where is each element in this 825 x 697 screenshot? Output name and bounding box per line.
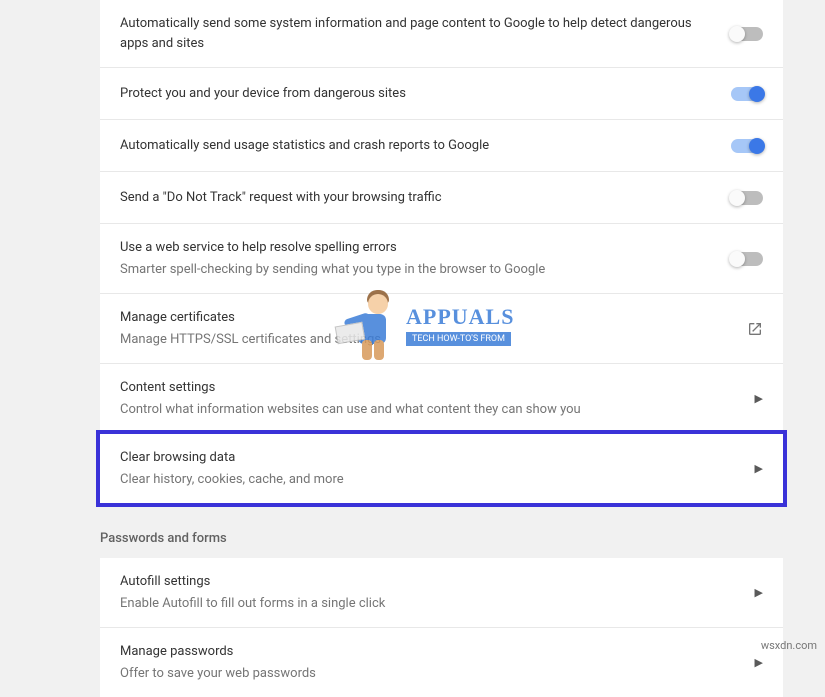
privacy-section: Automatically send some system informati… xyxy=(100,0,783,507)
chevron-right-icon[interactable]: ▶ xyxy=(755,392,763,405)
row-protect-device: Protect you and your device from dangero… xyxy=(100,68,783,120)
row-text: Clear browsing data Clear history, cooki… xyxy=(120,448,755,489)
row-autofill-settings[interactable]: Autofill settings Enable Autofill to fil… xyxy=(100,558,783,628)
row-title: Automatically send some system informati… xyxy=(120,14,711,53)
row-text: Automatically send usage statistics and … xyxy=(120,136,731,156)
row-title: Manage passwords xyxy=(120,642,735,662)
row-title: Use a web service to help resolve spelli… xyxy=(120,238,711,258)
chevron-right-icon[interactable]: ▶ xyxy=(755,586,763,599)
row-subtitle: Offer to save your web passwords xyxy=(120,664,735,684)
row-spelling-errors: Use a web service to help resolve spelli… xyxy=(100,224,783,294)
row-title: Autofill settings xyxy=(120,572,735,592)
row-title: Content settings xyxy=(120,378,735,398)
page-watermark: wsxdn.com xyxy=(761,639,817,652)
row-text: Manage certificates Manage HTTPS/SSL cer… xyxy=(120,308,747,349)
row-usage-statistics: Automatically send usage statistics and … xyxy=(100,120,783,172)
row-subtitle: Clear history, cookies, cache, and more xyxy=(120,470,735,490)
passwords-section-header: Passwords and forms xyxy=(100,531,783,546)
toggle-do-not-track[interactable] xyxy=(731,191,763,205)
row-text: Protect you and your device from dangero… xyxy=(120,84,731,104)
toggle-spelling-errors[interactable] xyxy=(731,252,763,266)
row-clear-browsing-data[interactable]: Clear browsing data Clear history, cooki… xyxy=(100,434,783,503)
row-title: Clear browsing data xyxy=(120,448,735,468)
row-content-settings[interactable]: Content settings Control what informatio… xyxy=(100,364,783,434)
row-do-not-track: Send a "Do Not Track" request with your … xyxy=(100,172,783,224)
passwords-section: Autofill settings Enable Autofill to fil… xyxy=(100,558,783,697)
external-link-icon[interactable] xyxy=(747,321,763,337)
row-text: Automatically send some system informati… xyxy=(120,14,731,53)
toggle-usage-statistics[interactable] xyxy=(731,139,763,153)
row-manage-passwords[interactable]: Manage passwords Offer to save your web … xyxy=(100,628,783,697)
row-subtitle: Smarter spell-checking by sending what y… xyxy=(120,260,711,280)
chevron-right-icon[interactable]: ▶ xyxy=(755,462,763,475)
row-text: Send a "Do Not Track" request with your … xyxy=(120,188,731,208)
toggle-protect-device[interactable] xyxy=(731,87,763,101)
row-subtitle: Enable Autofill to fill out forms in a s… xyxy=(120,594,735,614)
row-subtitle: Control what information websites can us… xyxy=(120,400,735,420)
row-text: Use a web service to help resolve spelli… xyxy=(120,238,731,279)
row-title: Automatically send usage statistics and … xyxy=(120,136,711,156)
row-subtitle: Manage HTTPS/SSL certificates and settin… xyxy=(120,330,727,350)
row-title: Manage certificates xyxy=(120,308,727,328)
clear-browsing-data-highlight: Clear browsing data Clear history, cooki… xyxy=(96,430,787,507)
row-text: Manage passwords Offer to save your web … xyxy=(120,642,755,683)
row-auto-send-system-info: Automatically send some system informati… xyxy=(100,0,783,68)
row-text: Autofill settings Enable Autofill to fil… xyxy=(120,572,755,613)
row-title: Protect you and your device from dangero… xyxy=(120,84,711,104)
row-manage-certificates[interactable]: Manage certificates Manage HTTPS/SSL cer… xyxy=(100,294,783,364)
toggle-auto-send-system-info[interactable] xyxy=(731,27,763,41)
row-text: Content settings Control what informatio… xyxy=(120,378,755,419)
row-title: Send a "Do Not Track" request with your … xyxy=(120,188,711,208)
